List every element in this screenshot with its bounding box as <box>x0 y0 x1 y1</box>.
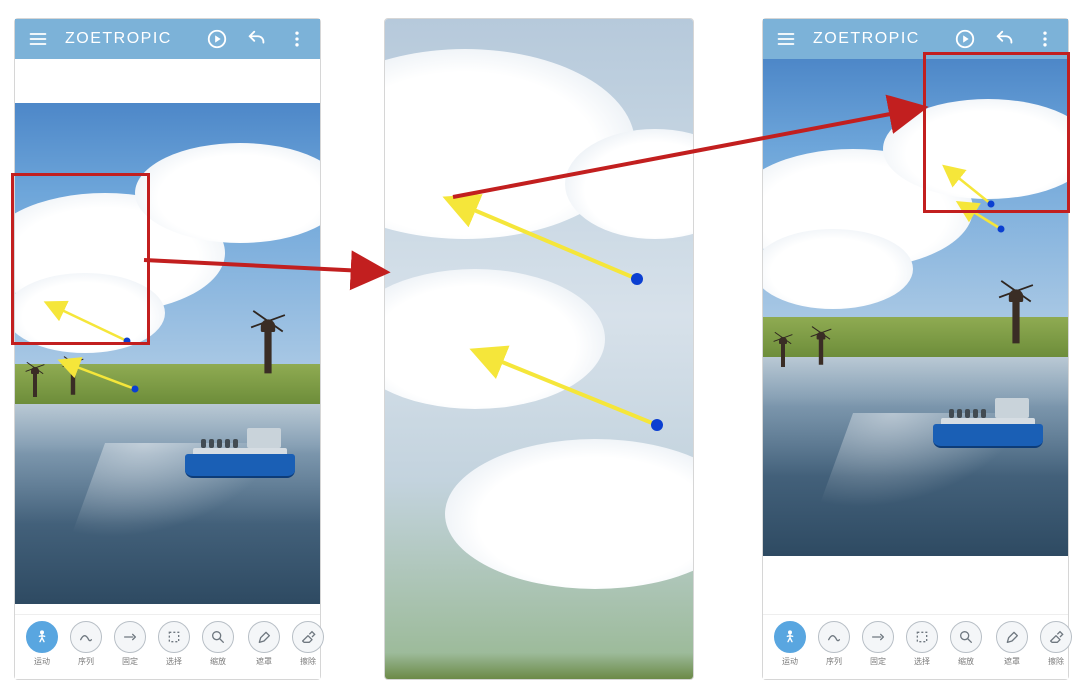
erase-icon <box>1040 621 1072 653</box>
motion-icon <box>26 621 58 653</box>
tool-erase[interactable]: 擦除 <box>291 621 325 667</box>
tool-label: 擦除 <box>1048 656 1064 667</box>
more-vert-icon[interactable] <box>1032 26 1058 52</box>
tool-label: 遮罩 <box>256 656 272 667</box>
tool-label: 擦除 <box>300 656 316 667</box>
image-canvas[interactable] <box>763 59 1068 556</box>
tool-group-left: 运动 序列 固定 选择 缩放 <box>773 621 983 667</box>
tool-group-right: 遮罩 擦除 <box>247 621 325 667</box>
canvas-top-padding <box>15 59 320 103</box>
sequence-icon <box>818 621 850 653</box>
tool-label: 选择 <box>166 656 182 667</box>
tool-motion[interactable]: 运动 <box>25 621 59 667</box>
image-canvas[interactable] <box>15 103 320 604</box>
landscape-scene <box>15 103 320 604</box>
tool-stabilize[interactable]: 固定 <box>861 621 895 667</box>
tool-label: 运动 <box>34 656 50 667</box>
app-title: ZOETROPIC <box>65 30 172 48</box>
tool-label: 遮罩 <box>1004 656 1020 667</box>
undo-icon[interactable] <box>992 26 1018 52</box>
tool-select[interactable]: 选择 <box>905 621 939 667</box>
hamburger-icon[interactable] <box>773 26 799 52</box>
tool-label: 固定 <box>870 656 886 667</box>
app-bar: ZOETROPIC <box>763 19 1068 59</box>
stabilize-icon <box>114 621 146 653</box>
tool-label: 缩放 <box>210 656 226 667</box>
app-bar: ZOETROPIC <box>15 19 320 59</box>
tool-label: 序列 <box>78 656 94 667</box>
tool-label: 固定 <box>122 656 138 667</box>
play-circle-icon[interactable] <box>204 26 230 52</box>
tool-bar: 运动 序列 固定 选择 缩放 遮罩 擦除 <box>15 614 320 679</box>
mask-icon <box>248 621 280 653</box>
tool-sequence[interactable]: 序列 <box>69 621 103 667</box>
more-vert-icon[interactable] <box>284 26 310 52</box>
tool-erase[interactable]: 擦除 <box>1039 621 1073 667</box>
tool-zoom[interactable]: 缩放 <box>201 621 235 667</box>
zoomed-region-panel <box>384 18 694 680</box>
tool-group-right: 遮罩 擦除 <box>995 621 1073 667</box>
tool-mask[interactable]: 遮罩 <box>995 621 1029 667</box>
app-title: ZOETROPIC <box>813 30 920 48</box>
zoom-icon <box>202 621 234 653</box>
stabilize-icon <box>862 621 894 653</box>
zoom-icon <box>950 621 982 653</box>
tool-zoom[interactable]: 缩放 <box>949 621 983 667</box>
tool-label: 选择 <box>914 656 930 667</box>
tool-group-left: 运动 序列 固定 选择 缩放 <box>25 621 235 667</box>
select-icon <box>158 621 190 653</box>
tool-stabilize[interactable]: 固定 <box>113 621 147 667</box>
mask-icon <box>996 621 1028 653</box>
canvas-bottom-padding <box>763 556 1068 614</box>
tool-sequence[interactable]: 序列 <box>817 621 851 667</box>
landscape-scene <box>763 59 1068 556</box>
tool-label: 序列 <box>826 656 842 667</box>
tool-mask[interactable]: 遮罩 <box>247 621 281 667</box>
hamburger-icon[interactable] <box>25 26 51 52</box>
sequence-icon <box>70 621 102 653</box>
tool-bar: 运动 序列 固定 选择 缩放 遮罩 擦除 <box>763 614 1068 679</box>
phone-screenshot-after: ZOETROPIC <box>762 18 1069 680</box>
erase-icon <box>292 621 324 653</box>
tool-motion[interactable]: 运动 <box>773 621 807 667</box>
select-icon <box>906 621 938 653</box>
undo-icon[interactable] <box>244 26 270 52</box>
tool-label: 运动 <box>782 656 798 667</box>
motion-icon <box>774 621 806 653</box>
tutorial-stage: ZOETROPIC <box>0 0 1080 697</box>
play-circle-icon[interactable] <box>952 26 978 52</box>
tool-label: 缩放 <box>958 656 974 667</box>
canvas-bottom-padding <box>15 604 320 614</box>
tool-select[interactable]: 选择 <box>157 621 191 667</box>
phone-screenshot-before: ZOETROPIC <box>14 18 321 680</box>
